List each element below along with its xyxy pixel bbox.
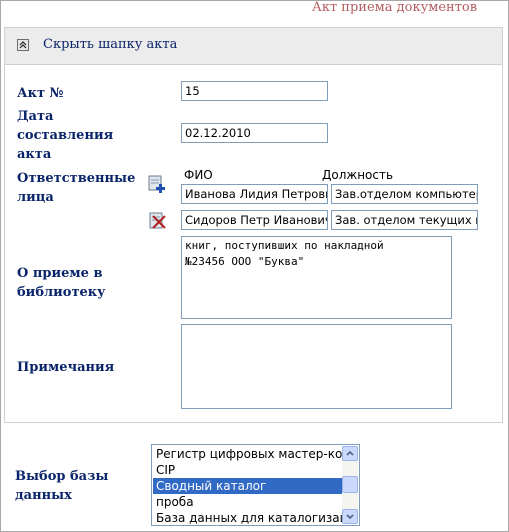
responsible-label: Ответственные лица <box>17 171 136 205</box>
database-label: Выбор базы данных <box>15 469 109 503</box>
act-date-label: Дата составления акта <box>17 109 114 162</box>
fio-column-header: ФИО <box>184 168 213 182</box>
database-option[interactable]: База данных для каталогизации <box>153 510 343 525</box>
collapse-up-icon[interactable] <box>17 39 29 51</box>
acceptance-textarea[interactable]: книг, поступивших по накладной №23456 ОО… <box>181 236 452 319</box>
responsible-fio-input-2[interactable]: Сидоров Петр Иванович <box>181 210 328 230</box>
header-toggle-label[interactable]: Скрыть шапку акта <box>43 37 177 52</box>
page-title: Акт приема документов <box>312 0 478 15</box>
position-column-header: Должность <box>322 168 394 182</box>
scroll-down-button[interactable] <box>342 509 358 524</box>
database-option[interactable]: проба <box>153 494 343 510</box>
add-person-icon[interactable] <box>148 174 168 194</box>
database-option-selected[interactable]: Сводный каталог <box>153 478 343 494</box>
header-toggle-bar[interactable]: Скрыть шапку акта <box>4 27 503 65</box>
acceptance-label: О приеме в библиотеку <box>17 266 106 300</box>
database-option[interactable]: CIP <box>153 462 343 478</box>
act-number-input[interactable]: 15 <box>181 81 328 101</box>
remove-person-icon[interactable] <box>148 211 168 231</box>
responsible-position-input-2[interactable]: Зав. отделом текущих изданий <box>331 210 478 230</box>
act-date-input[interactable]: 02.12.2010 <box>181 123 328 143</box>
scroll-thumb[interactable] <box>342 476 358 493</box>
notes-textarea[interactable] <box>181 324 452 409</box>
database-option[interactable]: Регистр цифровых мастер-копий <box>153 446 343 462</box>
act-number-label: Акт № <box>17 86 64 101</box>
scroll-up-button[interactable] <box>342 446 358 461</box>
responsible-position-input-1[interactable]: Зав.отделом компьютеризации <box>331 184 478 204</box>
responsible-fio-input-1[interactable]: Иванова Лидия Петровна <box>181 184 328 204</box>
notes-label: Примечания <box>17 360 115 375</box>
database-listbox[interactable]: Регистр цифровых мастер-копий CIP Сводны… <box>151 444 360 526</box>
listbox-scrollbar[interactable] <box>342 446 358 524</box>
